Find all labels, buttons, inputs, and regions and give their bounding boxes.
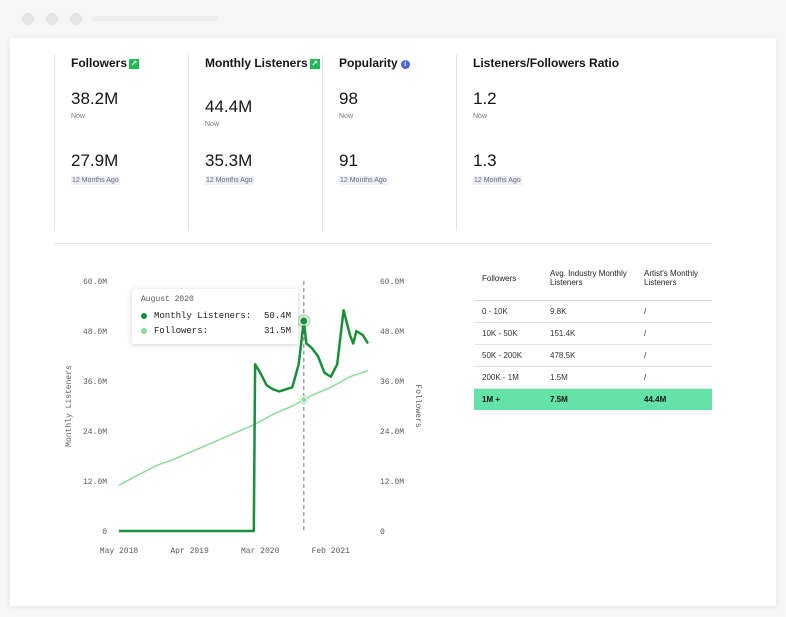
stat-now-label: Now: [473, 113, 488, 120]
stat-ago-value: 27.9M: [71, 151, 119, 170]
cell-artist: /: [644, 373, 647, 382]
window-dot-close[interactable]: [22, 13, 34, 25]
stat-ago-label: 12 Months Ago: [339, 176, 388, 185]
y-tick-label-right: 12.0M: [380, 478, 404, 487]
y-tick-label-left: 12.0M: [83, 478, 107, 487]
stat-now-label: Now: [339, 113, 354, 120]
stat-title: Monthly Listeners: [205, 56, 308, 70]
cell-followers: 0 - 10K: [482, 307, 508, 316]
followers-highlight-point: [300, 396, 308, 404]
y-axis-label-left: Monthly Listeners: [65, 365, 74, 447]
y-tick-label-right: 0: [380, 528, 385, 537]
cell-avg: 9.8K: [550, 307, 567, 316]
stat-now-value: 44.4M: [205, 97, 253, 116]
window-controls: [22, 13, 82, 25]
y-tick-label-right: 60.0M: [380, 278, 404, 287]
table-header: Followers Avg. Industry Monthly Listener…: [474, 256, 712, 301]
stat-now-value: 38.2M: [71, 89, 119, 108]
tooltip-label: Followers:: [154, 326, 209, 336]
stat-title: Popularity: [339, 56, 398, 70]
tooltip-value: 50.4M: [263, 311, 291, 321]
cell-followers: 50K - 200K: [482, 351, 523, 360]
stat-now-label: Now: [205, 121, 220, 128]
cell-followers: 10K - 50K: [482, 329, 518, 338]
y-tick-label-left: 24.0M: [83, 428, 107, 437]
x-tick-label: May 2018: [100, 547, 139, 556]
table-row: 0 - 10K 9.8K /: [474, 301, 712, 323]
trend-up-icon: ↗: [309, 59, 320, 69]
stat-ratio: Listeners/Followers Ratio 1.2 Now 1.3 12…: [456, 55, 712, 231]
titlebar-placeholder: [92, 16, 218, 21]
legend-dot-icon: [141, 313, 147, 319]
stat-ago-label: 12 Months Ago: [205, 176, 254, 185]
followers-line: [118, 369, 369, 486]
cell-avg: 151.4K: [550, 329, 576, 338]
tooltip-label: Monthly Listeners:: [154, 311, 252, 321]
stat-now-value: 1.2: [473, 89, 497, 108]
cell-avg: 1.5M: [550, 373, 568, 382]
industry-comparison-table: Followers Avg. Industry Monthly Listener…: [474, 256, 712, 410]
y-tick-label-right: 36.0M: [380, 378, 404, 387]
cell-avg: 478.5K: [550, 351, 576, 360]
section-divider: [54, 243, 712, 244]
cell-artist: /: [644, 307, 647, 316]
y-tick-label-right: 24.0M: [380, 428, 404, 437]
stat-now-label: Now: [71, 113, 86, 120]
window-dot-maximize[interactable]: [70, 13, 82, 25]
stat-popularity: Popularity i 98 Now 91 12 Months Ago: [322, 55, 456, 231]
stat-ago-label: 12 Months Ago: [473, 176, 522, 185]
stat-followers: Followers ↗ 38.2M Now 27.9M 12 Months Ago: [54, 55, 188, 231]
tooltip-row-listeners: Monthly Listeners: 50.4M: [141, 311, 291, 321]
y-tick-label-left: 36.0M: [83, 378, 107, 387]
stat-ago-value: 1.3: [473, 151, 497, 170]
table-row: 200K - 1M 1.5M /: [474, 367, 712, 389]
stat-now-value: 98: [339, 89, 358, 108]
cell-followers: 1M +: [482, 395, 501, 404]
stats-row: Followers ↗ 38.2M Now 27.9M 12 Months Ago…: [54, 55, 712, 231]
stat-monthly-listeners: Monthly Listeners ↗ 44.4M Now 35.3M 12 Mo…: [188, 55, 322, 231]
x-tick-label: Mar 2020: [241, 547, 280, 556]
stat-ago-value: 91: [339, 151, 358, 170]
y-tick-label-left: 60.0M: [83, 278, 107, 287]
cell-artist: /: [644, 329, 647, 338]
y-tick-label-left: 48.0M: [83, 328, 107, 337]
stat-title: Followers: [71, 56, 128, 70]
x-tick-label: Apr 2019: [170, 547, 209, 556]
y-tick-label-right: 48.0M: [380, 328, 404, 337]
window-dot-minimize[interactable]: [46, 13, 58, 25]
cell-avg: 7.5M: [550, 395, 568, 404]
header-artist-listeners: Artist's Monthly Listeners: [644, 269, 698, 287]
stat-title: Listeners/Followers Ratio: [473, 56, 620, 70]
header-avg-industry: Avg. Industry Monthly Listeners: [550, 269, 627, 287]
listeners-highlight-point: [299, 316, 309, 326]
info-icon[interactable]: i: [400, 60, 410, 69]
trend-up-icon: ↗: [129, 59, 140, 69]
header-followers: Followers: [482, 273, 517, 283]
cell-followers: 200K - 1M: [482, 373, 519, 382]
legend-dot-icon: [141, 328, 147, 334]
y-tick-label-left: 0: [102, 528, 107, 537]
tooltip-date: August 2020: [141, 295, 194, 304]
table-row-highlighted: 1M + 7.5M 44.4M: [474, 389, 712, 410]
stat-ago-value: 35.3M: [205, 151, 253, 170]
cell-artist: /: [644, 351, 647, 360]
stat-ago-label: 12 Months Ago: [71, 176, 120, 185]
table-row: 10K - 50K 151.4K /: [474, 323, 712, 345]
x-tick-label: Feb 2021: [312, 547, 351, 556]
tooltip-value: 31.5M: [263, 326, 291, 336]
table-row: 50K - 200K 478.5K /: [474, 345, 712, 367]
cell-artist: 44.4M: [644, 395, 667, 404]
chart-tooltip: August 2020 Monthly Listeners: 50.4M Fol…: [132, 289, 298, 344]
tooltip-row-followers: Followers: 31.5M: [141, 326, 291, 336]
y-axis-label-right: Followers: [413, 384, 422, 427]
